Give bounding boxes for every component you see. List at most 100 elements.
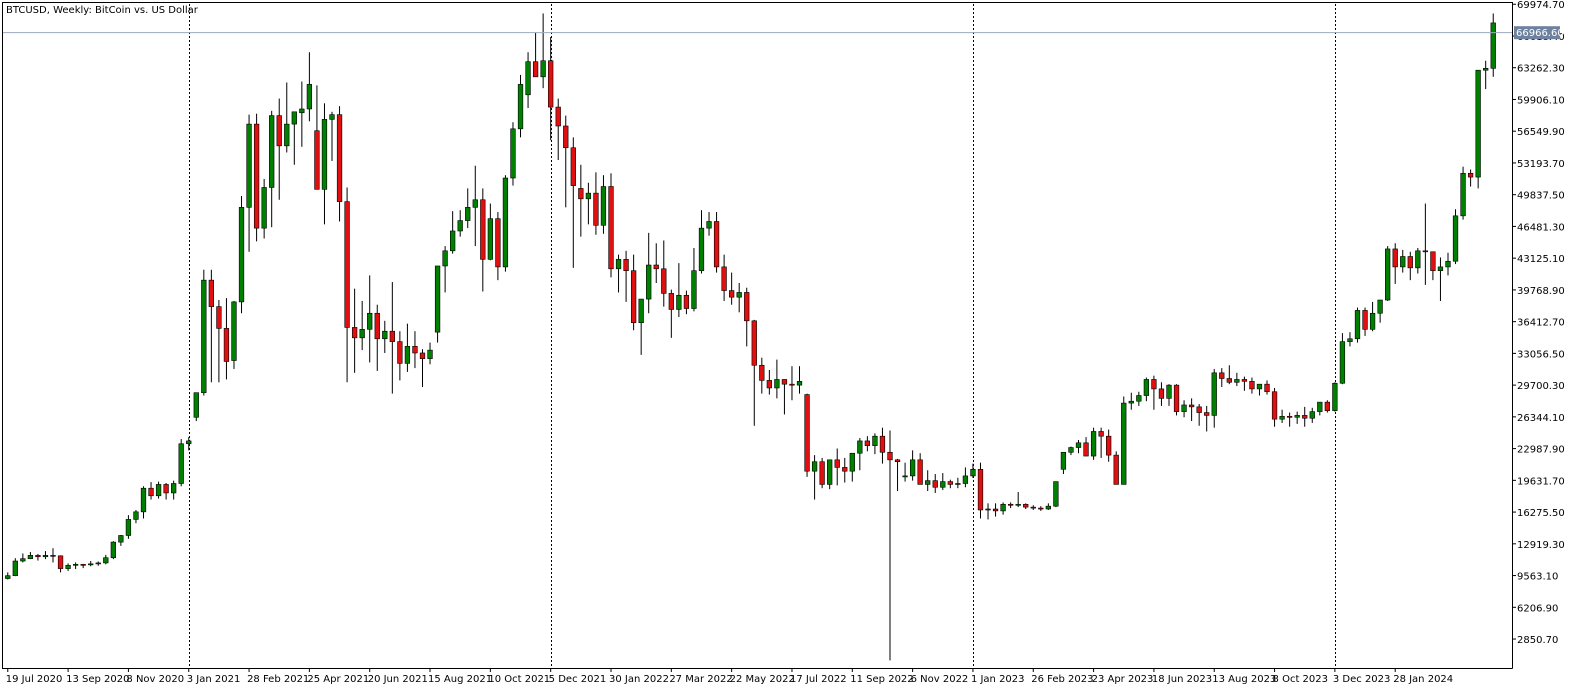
candle-body: [1445, 260, 1451, 268]
candle-body: [638, 298, 644, 324]
y-tick-label: 33056.50: [1517, 349, 1565, 360]
candle-body: [133, 511, 139, 520]
candle: [1475, 69, 1481, 189]
candle-body: [155, 484, 162, 497]
candle-body: [299, 108, 305, 114]
candle-body: [1068, 447, 1074, 453]
candle-body: [1460, 172, 1466, 217]
candle-body: [691, 270, 697, 309]
candle-body: [548, 60, 554, 108]
candle-body: [495, 218, 501, 268]
candle-body: [118, 535, 124, 543]
y-tick-label: 43125.10: [1517, 254, 1565, 265]
x-tick-label: 6 Nov 2022: [911, 674, 969, 685]
candle-body: [193, 392, 199, 418]
candle-body: [676, 294, 682, 310]
candle-body: [336, 114, 343, 202]
candle-body: [1188, 404, 1195, 408]
candle-body: [1053, 481, 1059, 507]
candle-body: [389, 330, 395, 342]
candle-body: [1256, 383, 1263, 390]
x-tick-label: 1 Jan 2023: [971, 674, 1025, 685]
candle-body: [472, 199, 478, 208]
y-tick-label: 53193.70: [1517, 159, 1565, 170]
candle-body: [766, 380, 772, 389]
candle: [819, 457, 825, 489]
candle-body: [1422, 250, 1429, 253]
candle-body: [1467, 172, 1474, 178]
y-tick-label: 69974.70: [1517, 0, 1565, 11]
candle: [510, 122, 516, 186]
candle-body: [314, 130, 320, 190]
candle-body: [563, 125, 569, 149]
candle-body: [887, 451, 893, 461]
candle-body: [1483, 68, 1489, 71]
candle-body: [1385, 248, 1391, 301]
candle-body: [284, 123, 290, 147]
price-chart: 69974.7066618.4063262.3059906.1056549.90…: [0, 0, 1587, 698]
candle-body: [706, 221, 712, 229]
candle-body: [759, 364, 765, 381]
candle-body: [729, 290, 735, 298]
candle-body: [819, 461, 825, 485]
x-tick-label: 18 Jun 2023: [1152, 674, 1212, 685]
candle-body: [1173, 384, 1180, 412]
x-tick-label: 3 Jan 2021: [187, 674, 241, 685]
candle-body: [970, 468, 976, 477]
candle-body: [593, 192, 599, 226]
candle: [12, 558, 18, 577]
candle-body: [208, 279, 214, 307]
candle-body: [1023, 503, 1029, 508]
candle-body: [367, 312, 373, 330]
candle-body: [955, 483, 961, 485]
candle-body: [201, 279, 207, 393]
candle-body: [465, 207, 471, 221]
candle-body: [253, 123, 260, 229]
candle: [253, 113, 260, 242]
candle-body: [1000, 503, 1006, 512]
candle-body: [238, 207, 245, 303]
candle-body: [1038, 507, 1044, 510]
candle-body: [804, 394, 810, 472]
candle-body: [1045, 505, 1051, 510]
candle-body: [412, 346, 418, 354]
candle-body: [1407, 256, 1413, 269]
candle-body: [1392, 248, 1398, 268]
candle-body: [502, 177, 509, 268]
y-tick-label: 2850.70: [1517, 635, 1558, 646]
candle-body: [517, 84, 524, 130]
candle-body: [382, 330, 388, 340]
candle-body: [329, 114, 335, 120]
candle-body: [88, 563, 94, 566]
candle-body: [1249, 381, 1255, 390]
candle-body: [1339, 341, 1346, 384]
y-tick-label: 59906.10: [1517, 95, 1565, 106]
candle-body: [578, 188, 584, 200]
candle-body: [646, 264, 652, 300]
candle-body: [917, 459, 923, 485]
candle-body: [570, 147, 576, 186]
candle: [178, 439, 184, 487]
candle: [231, 300, 237, 370]
candle-body: [789, 383, 795, 386]
candle-body: [1008, 503, 1014, 506]
candle-body: [261, 187, 267, 229]
candle-body: [1211, 372, 1217, 416]
candle-body: [1324, 401, 1330, 411]
candle-body: [1452, 215, 1459, 262]
candle-body: [178, 443, 184, 484]
candle-body: [306, 84, 313, 110]
candle-body: [1317, 401, 1323, 412]
candle-body: [72, 564, 79, 566]
candle-body: [1090, 431, 1097, 457]
candle-body: [1279, 416, 1285, 420]
candle: [1113, 451, 1119, 485]
y-tick-label: 9563.10: [1517, 572, 1558, 583]
candle-body: [879, 435, 886, 453]
candle: [1053, 481, 1059, 508]
x-tick-label: 26 Feb 2023: [1031, 674, 1093, 685]
candle-body: [1219, 372, 1225, 379]
candle-body: [95, 562, 101, 565]
candle: [1090, 427, 1097, 460]
candle-body: [1226, 378, 1232, 383]
